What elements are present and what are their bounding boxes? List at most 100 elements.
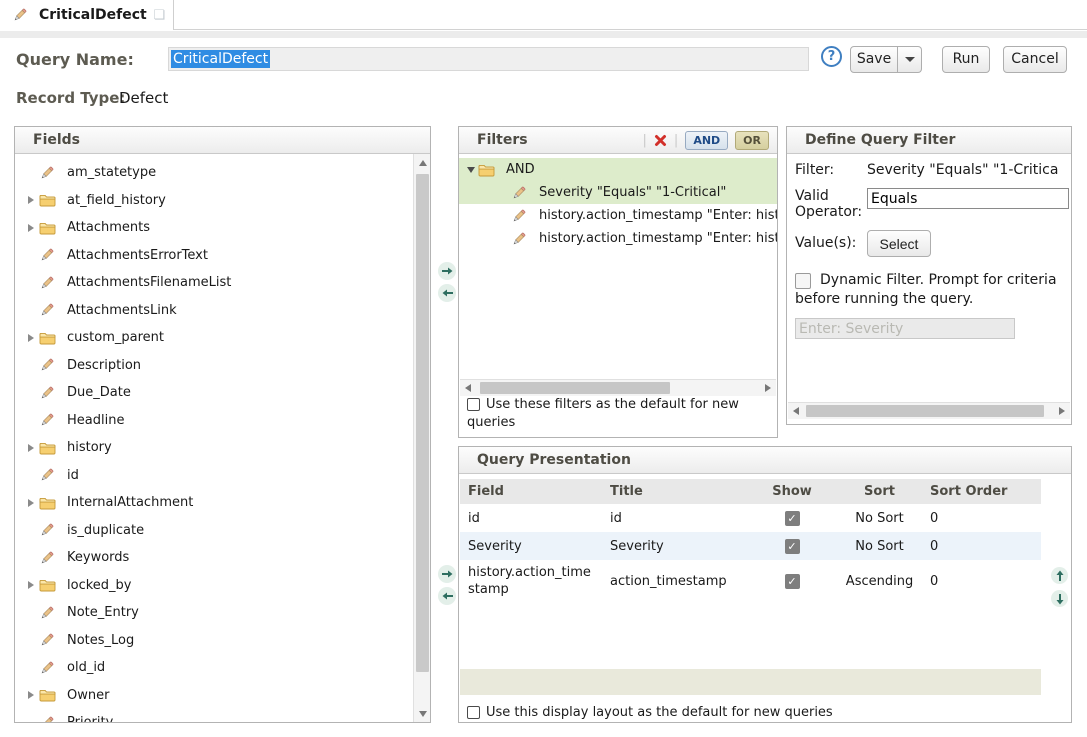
dynamic-filter-checkbox[interactable] [795,273,811,289]
fields-tree-item[interactable]: Note_Entry [15,599,413,627]
presentation-row[interactable]: history.action_timestampaction_timestamp… [460,560,1041,602]
scroll-down-arrow-icon[interactable] [414,705,431,722]
show-checkbox[interactable]: ✓ [785,511,800,526]
query-presentation-panel: Query Presentation FieldTitleShowSortSor… [458,446,1072,723]
scrollbar-thumb[interactable] [416,174,429,672]
move-left-button[interactable] [438,587,456,605]
fields-tree-item[interactable]: InternalAttachment [15,489,413,517]
folder-icon [39,193,58,207]
expand-arrow-icon[interactable] [28,444,39,452]
fields-tree-item[interactable]: Priority [15,709,413,722]
filter-label: AND [506,162,535,177]
save-button[interactable]: Save [850,46,898,73]
cell-field: Severity [460,538,602,555]
define-horizontal-scrollbar[interactable] [788,402,1070,419]
pencil-icon [39,660,58,676]
scroll-left-arrow-icon[interactable] [788,403,804,419]
expand-arrow-icon[interactable] [28,581,39,589]
fields-tree-item-label: Due_Date [67,385,131,400]
expand-arrow-icon[interactable] [28,196,39,204]
pencil-icon [39,522,58,538]
fields-tree-item[interactable]: is_duplicate [15,517,413,545]
fields-tree-item[interactable]: Headline [15,407,413,435]
filter-condition-row[interactable]: Severity "Equals" "1-Critical" [459,181,777,204]
prompt-value-input [795,318,1015,339]
scroll-up-arrow-icon[interactable] [414,154,431,171]
record-type-label: Record Type: [16,89,125,107]
fields-tree-item[interactable]: old_id [15,654,413,682]
move-right-button[interactable] [438,565,456,583]
fields-tree-item[interactable]: custom_parent [15,324,413,352]
expand-arrow-icon[interactable] [28,691,39,699]
help-icon[interactable]: ? [821,46,842,67]
fields-tree-item[interactable]: AttachmentsLink [15,297,413,325]
fields-tree-item[interactable]: Owner [15,682,413,710]
fields-tree-item[interactable]: at_field_history [15,187,413,215]
fields-tree-item-label: Note_Entry [67,605,139,620]
fields-tree-item[interactable]: am_statetype [15,159,413,187]
presentation-row[interactable]: SeveritySeverity✓No Sort0 [460,532,1041,560]
fields-tree-item-label: am_statetype [67,165,156,180]
save-dropdown-button[interactable] [898,46,922,73]
pencil-icon [39,605,58,621]
presentation-header-row: FieldTitleShowSortSort Order [460,479,1041,504]
fields-tree-item[interactable]: locked_by [15,572,413,600]
delete-filter-icon[interactable] [654,134,667,147]
close-icon[interactable]: ❏︎ [153,8,165,23]
expand-arrow-icon[interactable] [28,224,39,232]
valid-operator-input[interactable] [867,188,1069,209]
tab-criticaldefect[interactable]: CriticalDefect ❏︎ [0,0,174,30]
separator: | [674,133,678,148]
fields-tree-item[interactable]: Notes_Log [15,627,413,655]
cancel-button[interactable]: Cancel [1003,46,1067,73]
fields-tree-item-label: locked_by [67,578,131,593]
arrow-down-icon [1055,593,1065,605]
values-row: Value(s): Select [795,230,1063,257]
define-query-filter-panel: Define Query Filter Filter: Severity "Eq… [786,126,1072,425]
pencil-icon [39,550,58,566]
select-values-button[interactable]: Select [867,230,931,257]
arrow-left-icon [441,288,454,298]
fields-vertical-scrollbar[interactable] [413,154,430,722]
expand-arrow-icon[interactable] [28,499,39,507]
define-panel-header: Define Query Filter [787,127,1071,154]
or-button[interactable]: OR [735,131,769,150]
show-checkbox[interactable]: ✓ [785,574,800,589]
fields-tree-item[interactable]: history [15,434,413,462]
folder-icon [39,331,58,345]
folder-icon [478,163,497,177]
fields-tree-item-label: Priority [67,715,113,722]
fields-tree-item[interactable]: Due_Date [15,379,413,407]
fields-tree-item[interactable]: Keywords [15,544,413,572]
filter-group-row[interactable]: AND [459,158,777,181]
move-up-button[interactable] [1051,567,1068,584]
fields-tree-item[interactable]: Attachments [15,214,413,242]
query-name-input[interactable]: CriticalDefect [168,47,809,71]
fields-tree-item[interactable]: AttachmentsErrorText [15,242,413,270]
expand-arrow-icon[interactable] [28,334,39,342]
filters-default-checkbox[interactable] [467,398,480,411]
fields-tree-item[interactable]: id [15,462,413,490]
cell-title: id [602,511,747,526]
and-button[interactable]: AND [685,131,728,150]
fields-tree-item-label: is_duplicate [67,523,144,538]
column-header-sort: Sort [837,484,922,499]
run-button[interactable]: Run [942,46,990,73]
presentation-default-checkbox[interactable] [467,706,480,719]
show-checkbox[interactable]: ✓ [785,539,800,554]
fields-tree-item-label: custom_parent [67,330,164,345]
filter-condition-row[interactable]: history.action_timestamp "Enter: hist [459,227,777,250]
fields-tree-item-label: Headline [67,413,124,428]
scrollbar-thumb[interactable] [806,405,1044,417]
move-down-button[interactable] [1051,590,1068,607]
filter-condition-row[interactable]: history.action_timestamp "Enter: hist [459,204,777,227]
fields-tree-item[interactable]: AttachmentsFilenameList [15,269,413,297]
fields-tree-item[interactable]: Description [15,352,413,380]
filters-tree: ANDSeverity "Equals" "1-Critical"history… [459,154,777,379]
scroll-right-arrow-icon[interactable] [1054,403,1070,419]
move-right-button[interactable] [438,262,456,280]
move-left-button[interactable] [438,284,456,302]
collapse-arrow-icon[interactable] [467,167,478,173]
cell-sort-order: 0 [922,539,1041,554]
presentation-row[interactable]: idid✓No Sort0 [460,504,1041,532]
